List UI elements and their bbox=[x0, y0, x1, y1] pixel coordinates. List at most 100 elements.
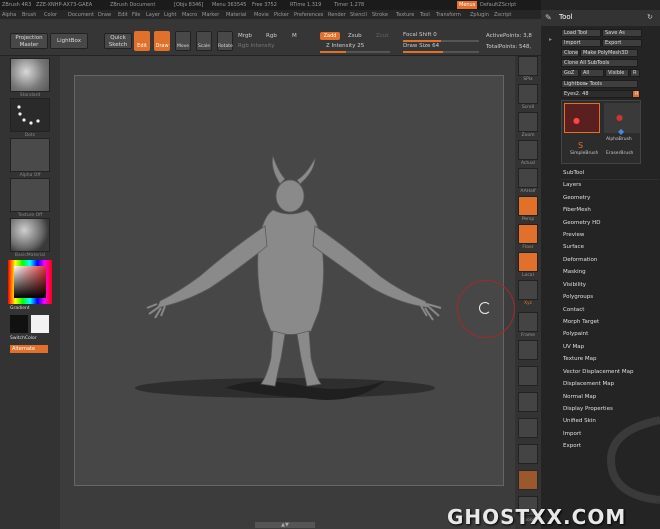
save-as-button[interactable]: Save As bbox=[602, 29, 642, 37]
rgb-toggle[interactable]: Rgb bbox=[266, 33, 277, 39]
subpalette-polygroups[interactable]: Polygroups bbox=[563, 294, 593, 300]
menu-brush[interactable]: Brush bbox=[22, 12, 36, 18]
color-square[interactable] bbox=[14, 266, 46, 298]
menu-stencil[interactable]: Stencil bbox=[350, 12, 367, 18]
menu-zplugin[interactable]: Zplugin bbox=[470, 12, 489, 18]
move-button[interactable]: Move bbox=[175, 31, 191, 51]
zoom-button[interactable] bbox=[518, 112, 538, 132]
menus-button[interactable]: Menus bbox=[457, 1, 478, 9]
rotate-view-button[interactable] bbox=[518, 392, 538, 412]
subpalette-uv-map[interactable]: UV Map bbox=[563, 344, 584, 350]
ghost-button[interactable] bbox=[518, 470, 538, 490]
clone-all-subtools-button[interactable]: Clone All SubTools bbox=[561, 59, 638, 67]
menu-preferences[interactable]: Preferences bbox=[294, 12, 323, 18]
alpha-brush-label[interactable]: AlphaBrush bbox=[606, 137, 632, 142]
r-button[interactable]: R bbox=[630, 69, 640, 77]
tray-collapse-icon[interactable]: ▸ bbox=[549, 36, 555, 46]
z-intensity-bar[interactable] bbox=[320, 51, 390, 53]
menu-zscript[interactable]: Zscript bbox=[494, 12, 511, 18]
floor-button[interactable] bbox=[518, 224, 538, 244]
material-thumbnail[interactable] bbox=[10, 218, 50, 252]
eraser-brush-label[interactable]: EraserBrush bbox=[606, 151, 633, 156]
subpalette-visibility[interactable]: Visibility bbox=[563, 282, 586, 288]
menu-light[interactable]: Light bbox=[164, 12, 176, 18]
subpalette-preview[interactable]: Preview bbox=[563, 232, 584, 238]
stroke-thumbnail[interactable] bbox=[10, 98, 50, 132]
menu-alpha[interactable]: Alpha bbox=[2, 12, 16, 18]
focal-shift-slider[interactable]: Focal Shift 0 bbox=[403, 32, 437, 38]
menu-marker[interactable]: Marker bbox=[202, 12, 219, 18]
make-polymesh-button[interactable]: Make PolyMesh3D bbox=[580, 49, 638, 57]
r2-button[interactable]: R bbox=[632, 90, 640, 98]
eyes-slider[interactable]: Eyes2. 48 bbox=[561, 90, 638, 98]
canvas-area[interactable]: ▲▼ bbox=[60, 56, 515, 529]
focal-shift-bar[interactable] bbox=[403, 40, 479, 42]
menu-transform[interactable]: Transform bbox=[436, 12, 461, 18]
subpalette-geometry-hd[interactable]: Geometry HD bbox=[563, 220, 601, 226]
subpalette-vector-displacement-map[interactable]: Vector Displacement Map bbox=[563, 369, 633, 375]
menu-movie[interactable]: Movie bbox=[254, 12, 269, 18]
rgb-intensity-slider[interactable]: Rgb Intensity bbox=[238, 43, 275, 49]
subpalette-layers[interactable]: Layers bbox=[563, 182, 581, 188]
lsym-button[interactable] bbox=[518, 280, 538, 300]
menu-macro[interactable]: Macro bbox=[182, 12, 197, 18]
polyf-button[interactable] bbox=[518, 418, 538, 438]
brush-thumbnail[interactable] bbox=[10, 58, 50, 92]
subpalette-texture-map[interactable]: Texture Map bbox=[563, 356, 597, 362]
alpha-thumbnail[interactable] bbox=[10, 138, 50, 172]
main-color-swatch[interactable] bbox=[10, 315, 28, 333]
clone-button[interactable]: Clone bbox=[561, 49, 579, 57]
menu-picker[interactable]: Picker bbox=[274, 12, 289, 18]
frame-button[interactable] bbox=[518, 312, 538, 332]
default-zscript-button[interactable]: DefaultZScript bbox=[480, 2, 516, 8]
local-button[interactable] bbox=[518, 252, 538, 272]
subpalette-displacement-map[interactable]: Displacement Map bbox=[563, 381, 614, 387]
load-tool-button[interactable]: Load Tool bbox=[561, 29, 601, 37]
all-button[interactable]: All bbox=[580, 69, 604, 77]
bottom-shelf-handle[interactable]: ▲▼ bbox=[255, 522, 315, 528]
goz-button[interactable]: GoZ bbox=[561, 69, 579, 77]
lightbox-button[interactable]: LightBox bbox=[50, 33, 88, 49]
scroll-button[interactable] bbox=[518, 84, 538, 104]
subpalette-surface[interactable]: Surface bbox=[563, 244, 584, 250]
zcut-button[interactable]: Zcut bbox=[376, 33, 388, 39]
subpalette-fibermesh[interactable]: FiberMesh bbox=[563, 207, 591, 213]
subpalette-import[interactable]: Import bbox=[563, 431, 581, 437]
projection-master-button[interactable]: Projection Master bbox=[10, 33, 48, 49]
persp-button[interactable] bbox=[518, 196, 538, 216]
document-canvas[interactable] bbox=[74, 75, 515, 486]
subpalette-morph-target[interactable]: Morph Target bbox=[563, 319, 599, 325]
z-intensity-slider[interactable]: Z Intensity 25 bbox=[326, 43, 364, 49]
aahalf-button[interactable] bbox=[518, 168, 538, 188]
import-tool-button[interactable]: Import bbox=[561, 39, 601, 47]
menu-render[interactable]: Render bbox=[328, 12, 346, 18]
lightbox-tools-button[interactable]: Lightbox▸ Tools bbox=[561, 80, 638, 88]
menu-file[interactable]: File bbox=[132, 12, 140, 18]
scale-button[interactable]: Scale bbox=[196, 31, 212, 51]
simple-brush-label[interactable]: SimpleBrush bbox=[570, 151, 598, 156]
refresh-icon[interactable]: ↻ bbox=[647, 13, 653, 21]
zadd-button[interactable]: Zadd bbox=[320, 32, 340, 40]
zsub-button[interactable]: Zsub bbox=[348, 33, 362, 39]
secondary-color-swatch[interactable] bbox=[31, 315, 49, 333]
scale-view-button[interactable] bbox=[518, 366, 538, 386]
mrgb-toggle[interactable]: Mrgb bbox=[238, 33, 252, 39]
draw-button[interactable]: Draw bbox=[154, 31, 170, 51]
subpalette-geometry[interactable]: Geometry bbox=[563, 195, 590, 201]
menu-draw[interactable]: Draw bbox=[98, 12, 111, 18]
actual-button[interactable] bbox=[518, 140, 538, 160]
menu-texture[interactable]: Texture bbox=[396, 12, 414, 18]
draw-size-slider[interactable]: Draw Size 64 bbox=[403, 43, 439, 49]
rotate-button[interactable]: Rotate bbox=[217, 31, 233, 51]
menu-edit[interactable]: Edit bbox=[118, 12, 128, 18]
texture-thumbnail[interactable] bbox=[10, 178, 50, 212]
export-tool-button[interactable]: Export bbox=[602, 39, 642, 47]
subpalette-subtool[interactable]: SubTool bbox=[563, 170, 584, 176]
subpalette-unified-skin[interactable]: Unified Skin bbox=[563, 418, 596, 424]
subpalette-deformation[interactable]: Deformation bbox=[563, 257, 597, 263]
visible-button[interactable]: Visible bbox=[605, 69, 629, 77]
subpalette-export[interactable]: Export bbox=[563, 443, 581, 449]
menu-layer[interactable]: Layer bbox=[146, 12, 160, 18]
subpalette-normal-map[interactable]: Normal Map bbox=[563, 394, 596, 400]
menu-tool[interactable]: Tool bbox=[420, 12, 430, 18]
